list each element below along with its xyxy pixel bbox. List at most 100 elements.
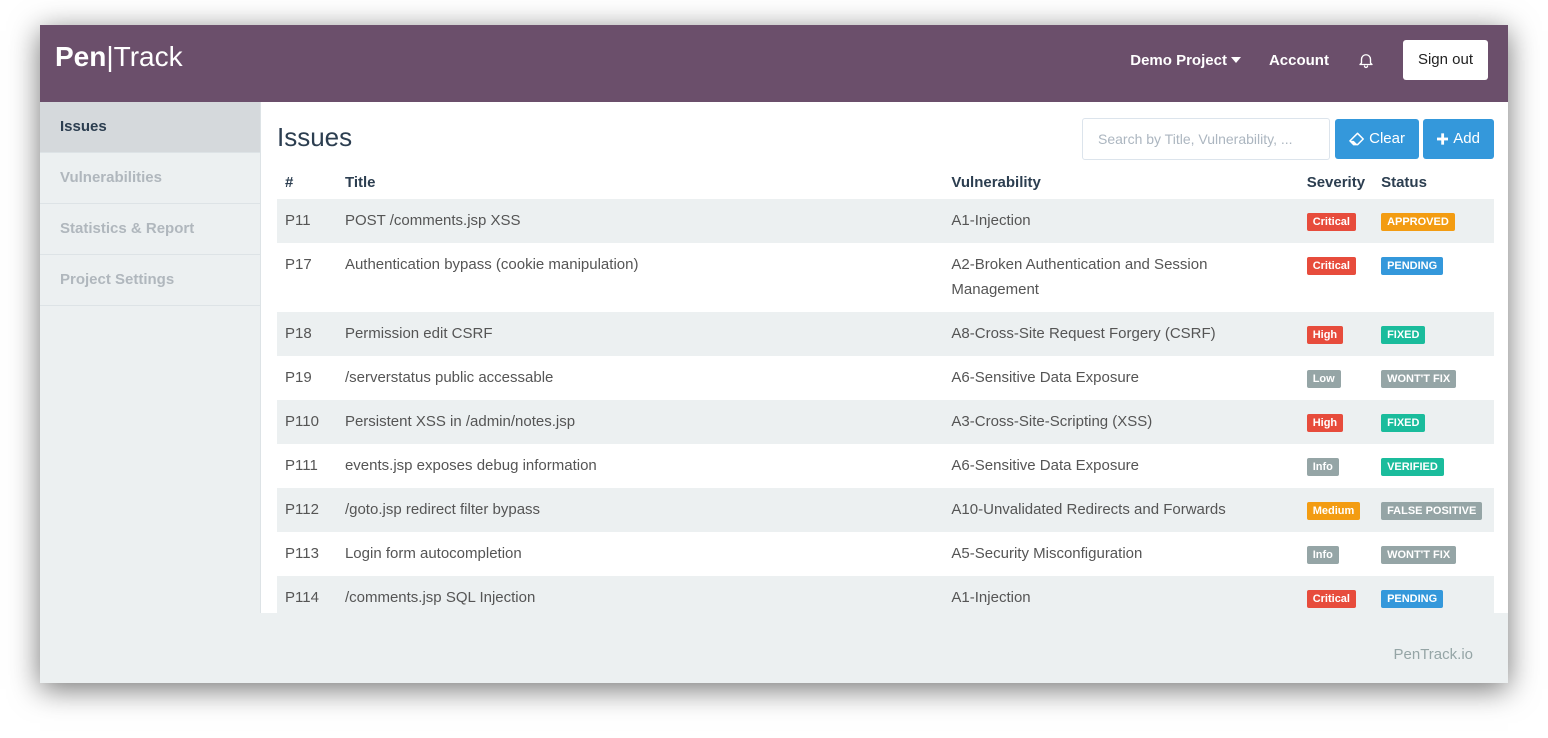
column-header-vulnerability[interactable]: Vulnerability <box>943 165 1298 199</box>
brand-logo[interactable]: Pen|Track <box>55 40 183 74</box>
status-badge: APPROVED <box>1381 213 1455 231</box>
sidebar-item-statistics-report[interactable]: Statistics & Report <box>40 204 260 255</box>
issue-status-cell: WONT'T FIX <box>1373 356 1494 400</box>
add-label: Add <box>1453 130 1480 147</box>
issue-vulnerability-cell: A3-Cross-Site-Scripting (XSS) <box>951 413 1153 430</box>
sidebar-item-vulnerabilities[interactable]: Vulnerabilities <box>40 153 260 204</box>
eraser-icon <box>1349 132 1364 146</box>
issue-severity-cell: Info <box>1299 532 1373 576</box>
issue-severity-cell: Info <box>1299 444 1373 488</box>
caret-down-icon <box>1230 57 1241 63</box>
table-row[interactable]: P19/serverstatus public accessable A6-Sen… <box>277 356 1494 400</box>
issue-status-cell: FIXED <box>1373 400 1494 444</box>
footer-text: PenTrack.io <box>1393 646 1473 663</box>
issue-title-cell: /comments.jsp SQL Injection <box>344 589 536 606</box>
table-row[interactable]: P17 Authentication bypass (cookie manipul… <box>277 243 1494 312</box>
issue-severity-cell: High <box>1299 312 1373 356</box>
main-content: Issues Clear Add <box>260 102 1508 620</box>
status-badge: WONT'T FIX <box>1381 370 1457 388</box>
issue-title-cell: Permission edit CSRF <box>344 325 493 342</box>
status-badge: FIXED <box>1381 326 1426 344</box>
status-badge: PENDING <box>1381 257 1444 275</box>
issue-title-cell: POST /comments.jsp XSS <box>344 212 521 229</box>
navbar: Pen|Track Demo Project Account Sign out <box>40 25 1508 102</box>
issue-severity-cell: Medium <box>1299 488 1373 532</box>
severity-badge: Info <box>1306 458 1339 476</box>
issue-id-cell: P17 <box>285 256 312 273</box>
severity-badge: Info <box>1306 546 1339 564</box>
table-row[interactable]: P112/goto.jsp redirect filter bypass A10-… <box>277 488 1494 532</box>
brand-separator: | <box>106 41 114 72</box>
severity-badge: Medium <box>1306 502 1361 520</box>
search-input[interactable] <box>1082 118 1330 160</box>
issue-id-cell: P113 <box>285 545 319 562</box>
issue-vulnerability-cell: A5-Security Misconfiguration <box>951 545 1143 562</box>
issue-title-cell: /serverstatus public accessable <box>344 369 554 386</box>
table-row[interactable]: P110 Persistent XSS in /admin/notes.jsp A3… <box>277 400 1494 444</box>
issue-severity-cell: Low <box>1299 356 1373 400</box>
add-button[interactable]: Add <box>1423 119 1494 159</box>
sidebar-item-project-settings[interactable]: Project Settings <box>40 255 260 306</box>
plus-icon <box>1437 133 1449 145</box>
severity-badge: High <box>1306 414 1344 432</box>
issue-title-cell: /goto.jsp redirect filter bypass <box>344 501 541 518</box>
sidebar-item-issues[interactable]: Issues <box>40 102 260 153</box>
issue-status-cell: PENDING <box>1373 576 1494 620</box>
brand-pen: Pen <box>55 41 107 72</box>
issue-status-cell: APPROVED <box>1373 199 1494 243</box>
page-title: Issues <box>277 122 353 152</box>
issue-status-cell: FALSE POSITIVE <box>1373 488 1494 532</box>
issue-title-cell: events.jsp exposes debug information <box>344 457 597 474</box>
status-badge: FALSE POSITIVE <box>1381 502 1483 520</box>
issue-vulnerability-cell: A10-Unvalidated Redirects and Forwards <box>951 501 1226 518</box>
status-badge: FIXED <box>1381 414 1426 432</box>
column-header-severity[interactable]: Severity <box>1299 165 1373 199</box>
issue-vulnerability-cell: A2-Broken Authentication and Session Man… <box>951 256 1208 298</box>
issue-vulnerability-cell: A8-Cross-Site Request Forgery (CSRF) <box>951 325 1216 342</box>
issue-severity-cell: Critical <box>1299 199 1373 243</box>
issue-id-cell: P111 <box>285 457 318 474</box>
bell-icon[interactable] <box>1357 51 1375 69</box>
issue-title-cell: Authentication bypass (cookie manipulati… <box>344 256 639 273</box>
account-label: Account <box>1268 51 1329 69</box>
status-badge: VERIFIED <box>1381 458 1444 476</box>
project-dropdown[interactable]: Demo Project <box>1130 52 1241 69</box>
issue-id-cell: P11 <box>285 212 311 229</box>
clear-label: Clear <box>1369 130 1405 147</box>
table-row[interactable]: P111 events.jsp exposes debug information… <box>277 444 1494 488</box>
issue-id-cell: P19 <box>285 369 312 386</box>
table-row[interactable]: P114/comments.jsp SQL Injection A1-Inject… <box>277 576 1494 620</box>
nav-right: Demo Project Account Sign out <box>1130 40 1488 80</box>
brand-track: Track <box>113 41 183 72</box>
table-row[interactable]: P11 POST /comments.jsp XSS A1-Injection Cri… <box>277 199 1494 243</box>
issue-id-cell: P18 <box>285 325 312 342</box>
severity-badge: Low <box>1306 370 1341 388</box>
clear-button[interactable]: Clear <box>1335 119 1419 159</box>
sign-out-button[interactable]: Sign out <box>1402 40 1488 80</box>
table-header-row: # Title Vulnerability Severity Status <box>277 165 1494 199</box>
issues-table: # Title Vulnerability Severity Status P1… <box>277 165 1494 620</box>
issue-vulnerability-cell: A1-Injection <box>951 589 1031 606</box>
issue-vulnerability-cell: A1-Injection <box>951 212 1031 229</box>
issue-severity-cell: Critical <box>1299 243 1373 312</box>
column-header-id[interactable]: # <box>277 165 337 199</box>
table-row[interactable]: P18 Permission edit CSRF A8-Cross-Site Req… <box>277 312 1494 356</box>
sidebar: Issues Vulnerabilities Statistics & Repo… <box>40 102 260 683</box>
table-row[interactable]: P113 Login form autocompletion A5-Security… <box>277 532 1494 576</box>
column-header-status[interactable]: Status <box>1373 165 1494 199</box>
issue-status-cell: WONT'T FIX <box>1373 532 1494 576</box>
app-window: Pen|Track Demo Project Account Sign out … <box>40 25 1508 683</box>
severity-badge: Critical <box>1306 213 1356 231</box>
issue-vulnerability-cell: A6-Sensitive Data Exposure <box>951 369 1140 386</box>
column-header-title[interactable]: Title <box>337 165 943 199</box>
severity-badge: Critical <box>1306 590 1356 608</box>
account-link[interactable]: Account <box>1269 52 1329 69</box>
issue-status-cell: FIXED <box>1373 312 1494 356</box>
issue-title-cell: Login form autocompletion <box>344 545 522 562</box>
issue-id-cell: P112 <box>285 501 319 518</box>
issue-status-cell: VERIFIED <box>1373 444 1494 488</box>
issue-vulnerability-cell: A6-Sensitive Data Exposure <box>951 457 1140 474</box>
severity-badge: High <box>1306 326 1344 344</box>
status-badge: WONT'T FIX <box>1381 546 1457 564</box>
issue-title-cell: Persistent XSS in /admin/notes.jsp <box>344 413 576 430</box>
